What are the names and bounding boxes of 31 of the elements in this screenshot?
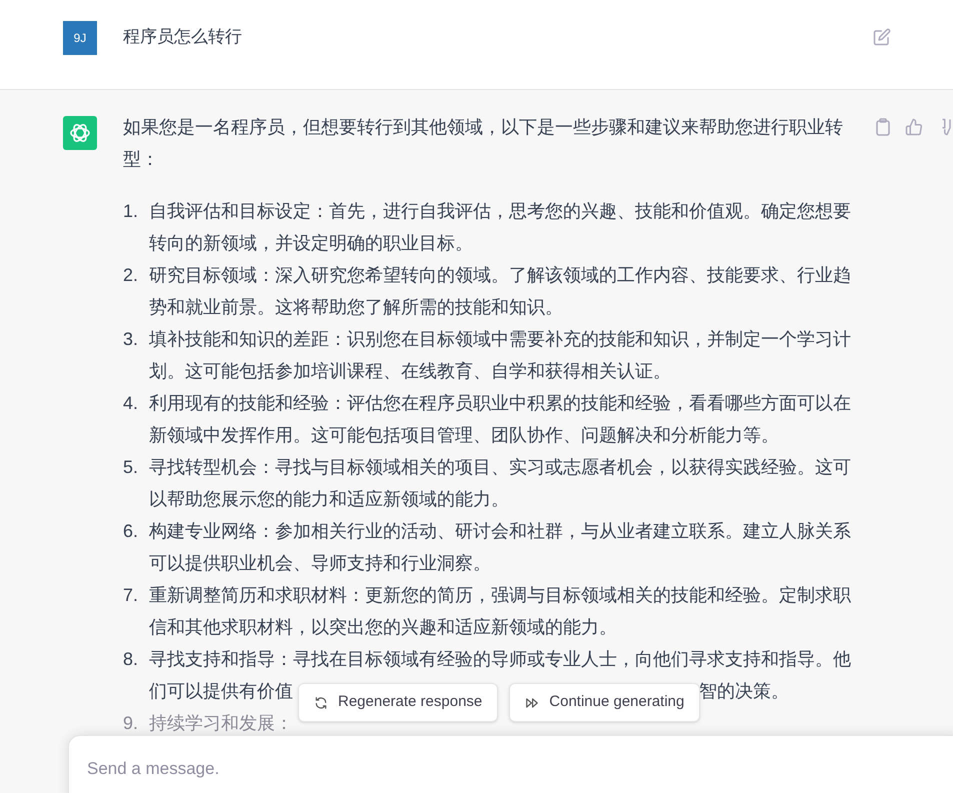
step-text: 重新调整简历和求职材料：更新您的简历，强调与目标领域相关的技能和经验。定制求职信和其他求职材料，以突出您的兴趣和适应新领域的能力。: [149, 584, 852, 639]
step-text: 构建专业网络：参加相关行业的活动、研讨会和社群，与从业者建立联系。建立人脉关系可以提供职业机会、导师支持和行业洞察。: [149, 520, 852, 575]
step-number: 4.: [123, 392, 140, 415]
continue-button[interactable]: Continue generating: [509, 683, 700, 722]
step-number: 5.: [123, 456, 140, 479]
step-number: 8.: [123, 648, 140, 671]
thumbs-up-icon[interactable]: [905, 118, 923, 136]
step-number: 9.: [123, 712, 140, 735]
step-text: 利用现有的技能和经验：评估您在程序员职业中积累的技能和经验，看看哪些方面可以在新领域中发挥作用。这可能包括项目管理、团队协作、问题解决和分析能力等。: [149, 392, 852, 447]
step-text: 自我评估和目标设定：首先，进行自我评估，思考您的兴趣、技能和价值观。确定您想要转向的新领域，并设定明确的职业目标。: [149, 200, 852, 255]
user-message: 程序员怎么转行: [123, 26, 243, 48]
step-text: 寻找支持和指导：寻找在目标领域有经验的导师或专业人士，向他们寻求支持和指导。他: [149, 648, 851, 671]
regenerate-button[interactable]: Regenerate response: [298, 683, 498, 722]
edit-icon[interactable]: [873, 28, 891, 46]
step-text: 智的决策。: [699, 680, 789, 703]
step-text: 研究目标领域：深入研究您希望转向的领域。了解该领域的工作内容、技能要求、行业趋势和就业前景。这将帮助您了解所需的技能和知识。: [149, 264, 852, 319]
user-avatar: 9J: [63, 21, 97, 55]
fast-forward-icon: [525, 696, 540, 710]
step-text: 填补技能和知识的差距：识别您在目标领域中需要补充的技能和知识，并制定一个学习计划。这可能包括参加培训课程、在线教育、自学和获得相关认证。: [149, 328, 852, 383]
step-number: 7.: [123, 584, 140, 607]
refresh-icon: [314, 696, 328, 710]
step-number: 3.: [123, 328, 140, 351]
step-text: 们可以提供有价值: [149, 680, 293, 703]
clipboard-icon[interactable]: [875, 118, 891, 136]
step-number: 1.: [123, 200, 140, 223]
step-number: 2.: [123, 264, 140, 287]
step-text: 寻找转型机会：寻找与目标领域相关的项目、实习或志愿者机会，以获得实践经验。这可以帮助您展示您的能力和适应新领域的能力。: [149, 456, 852, 511]
step-text: 持续学习和发展：: [149, 712, 293, 735]
step-number: 6.: [123, 520, 140, 543]
assistant-logo-icon: [63, 116, 97, 150]
response-intro: 如果您是一名程序员，但想要转行到其他领域，以下是一些步骤和建议来帮助您进行职业转型：: [123, 116, 844, 171]
